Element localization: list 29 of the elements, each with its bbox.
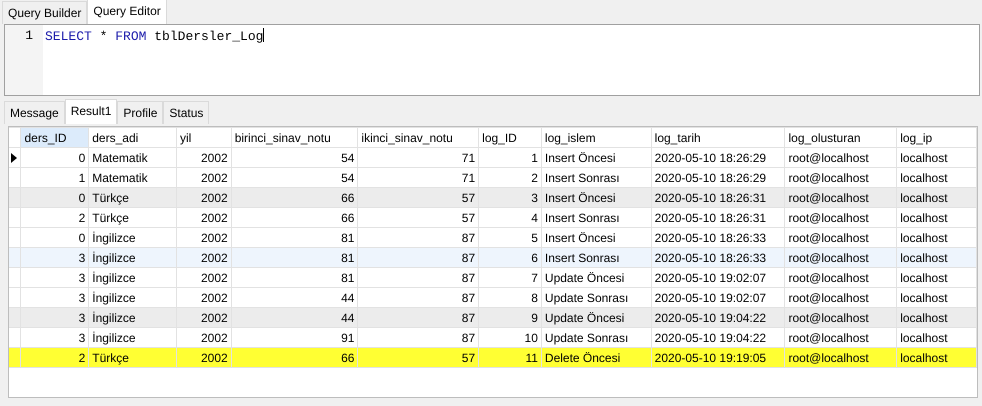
column-header[interactable]: ders_adi (88, 128, 176, 148)
table-cell: 11 (478, 348, 542, 368)
table-cell: Türkçe (88, 348, 176, 368)
table-cell: localhost (896, 348, 976, 368)
table-cell: 57 (358, 348, 479, 368)
table-cell: 2 (20, 348, 89, 368)
column-header[interactable]: log_islem (541, 128, 652, 148)
column-header[interactable]: log_ip (896, 128, 976, 148)
table-cell: 2020-05-10 19:19:05 (651, 348, 785, 368)
column-header[interactable]: birinci_sinav_notu (231, 128, 358, 148)
table-cell: root@localhost (784, 348, 897, 368)
editor-tab[interactable]: Query Builder (2, 1, 88, 24)
column-header[interactable]: log_ID (478, 128, 542, 148)
table-cell: 66 (231, 348, 358, 368)
result-tab[interactable]: Status (163, 101, 210, 124)
table-cell: 2002 (176, 348, 232, 368)
result-tab[interactable]: Message (4, 101, 65, 124)
column-header[interactable]: log_olusturan (784, 128, 897, 148)
query-editor[interactable]: 1 SELECT * FROM tblDersler_Log (4, 24, 980, 96)
column-header[interactable]: log_tarih (651, 128, 785, 148)
column-header[interactable]: ders_ID (20, 128, 89, 148)
column-header[interactable]: ikinci_sinav_notu (358, 128, 479, 148)
column-header[interactable]: yil (176, 128, 232, 148)
code-line: SELECT * FROM tblDersler_Log (44, 27, 264, 44)
result-tab[interactable]: Result1 (64, 99, 118, 124)
table-cell: Delete Öncesi (541, 348, 652, 368)
line-number: 1 (24, 27, 34, 43)
editor-tab[interactable]: Query Editor (87, 0, 167, 24)
result-tab[interactable]: Profile (117, 101, 164, 124)
